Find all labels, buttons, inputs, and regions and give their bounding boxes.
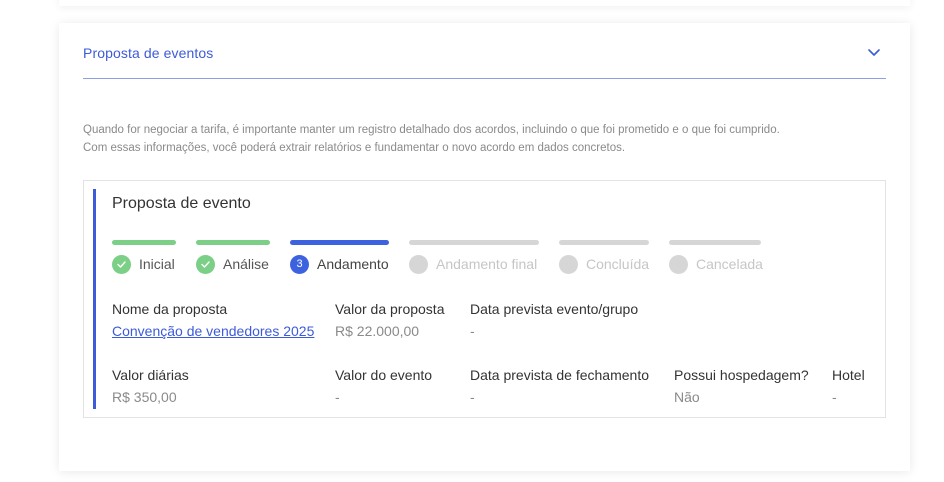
step-progress-bar <box>669 240 761 245</box>
field-label: Possui hospedagem? <box>674 367 809 383</box>
proposals-panel: Proposta de eventos Quando for negociar … <box>59 23 910 471</box>
field-nome-proposta: Nome da proposta Convenção de vendedores… <box>112 301 314 339</box>
field-value: Não <box>674 389 700 405</box>
proposal-card-title: Proposta de evento <box>112 195 251 212</box>
step-empty-circle <box>559 255 578 274</box>
field-value: R$ 350,00 <box>112 389 177 405</box>
field-label: Valor da proposta <box>335 301 445 317</box>
field-valor-diarias: Valor diárias R$ 350,00 <box>112 367 189 405</box>
proposal-card: Proposta de evento Inicial Análise 3 And… <box>83 180 886 418</box>
chevron-down-icon[interactable] <box>868 49 880 57</box>
field-value: - <box>335 389 340 405</box>
field-value: - <box>832 389 837 405</box>
field-label: Hotel <box>832 367 865 383</box>
field-valor-proposta: Valor da proposta R$ 22.000,00 <box>335 301 444 339</box>
check-icon <box>196 255 215 274</box>
accordion-header[interactable]: Proposta de eventos <box>83 23 886 79</box>
step-label: Andamento final <box>436 256 538 272</box>
field-valor-evento: Valor do evento - <box>335 367 432 405</box>
step-progress-bar <box>409 240 539 245</box>
field-label: Nome da proposta <box>112 301 228 317</box>
step-label: Inicial <box>139 256 175 272</box>
intro-text: Quando for negociar a tarifa, é importan… <box>83 121 780 157</box>
proposal-name-link[interactable]: Convenção de vendedores 2025 <box>112 323 314 339</box>
check-icon <box>112 255 131 274</box>
step-progress-bar <box>196 240 270 245</box>
step-label: Concluída <box>586 256 650 272</box>
field-label: Data prevista de fechamento <box>470 367 649 383</box>
field-value: - <box>470 389 475 405</box>
step-progress-bar <box>559 240 649 245</box>
step-progress-bar <box>112 240 176 245</box>
accordion-title: Proposta de eventos <box>83 45 214 61</box>
field-value: R$ 22.000,00 <box>335 323 420 339</box>
field-label: Valor diárias <box>112 367 189 383</box>
intro-line-1: Quando for negociar a tarifa, é importan… <box>83 124 780 136</box>
field-value: - <box>470 323 475 339</box>
step-empty-circle <box>669 255 688 274</box>
step-number-badge: 3 <box>290 255 309 274</box>
card-accent-bar <box>93 189 96 409</box>
field-data-evento: Data prevista evento/grupo - <box>470 301 638 339</box>
step-label: Cancelada <box>696 256 763 272</box>
step-empty-circle <box>409 255 428 274</box>
step-progress-bar <box>290 240 389 245</box>
field-label: Data prevista evento/grupo <box>470 301 639 317</box>
field-data-fechamento: Data prevista de fechamento - <box>470 367 649 405</box>
field-hospedagem: Possui hospedagem? Não <box>674 367 809 405</box>
step-label: Análise <box>223 256 269 272</box>
step-label: Andamento <box>317 256 389 272</box>
field-label: Valor do evento <box>335 367 433 383</box>
field-hotel: Hotel - <box>832 367 865 405</box>
intro-line-2: Com essas informações, você poderá extra… <box>83 142 626 154</box>
previous-card <box>59 0 910 6</box>
